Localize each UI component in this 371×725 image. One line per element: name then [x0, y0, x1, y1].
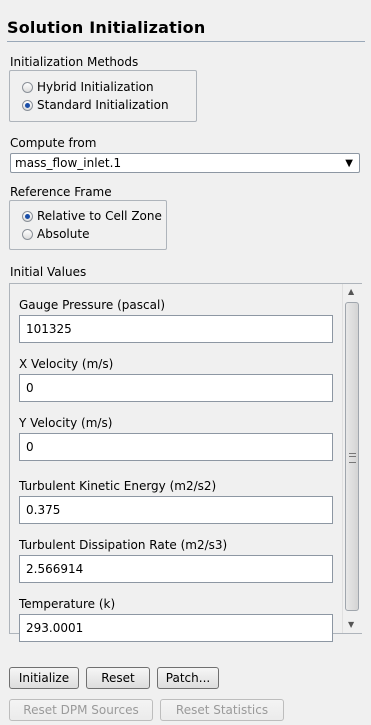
reference-frame-label: Reference Frame [10, 185, 112, 199]
radio-button-icon[interactable] [22, 228, 33, 240]
turbulent-kinetic-energy-input[interactable]: 0.375 [19, 496, 333, 524]
x-velocity-label: X Velocity (m/s) [19, 357, 114, 371]
turbulent-dissipation-rate-label: Turbulent Dissipation Rate (m2/s3) [19, 538, 228, 552]
scroll-up-arrow-icon[interactable]: ▲ [348, 287, 354, 296]
radio-label: Absolute [37, 227, 90, 241]
title-divider [7, 41, 365, 42]
scroll-down-arrow-icon[interactable]: ▼ [348, 620, 354, 629]
panel-title: Solution Initialization [7, 18, 206, 37]
chevron-down-icon[interactable]: ▼ [345, 158, 353, 169]
temperature-input[interactable]: 293.0001 [19, 614, 333, 642]
reference-frame-group: Relative to Cell Zone Absolute [9, 200, 167, 250]
radio-button-selected-icon[interactable] [22, 99, 33, 111]
init-methods-label: Initialization Methods [10, 55, 139, 69]
radio-absolute[interactable]: Absolute [22, 227, 89, 241]
initialize-button[interactable]: Initialize [9, 667, 79, 689]
radio-label: Hybrid Initialization [37, 80, 154, 94]
init-methods-group: Hybrid Initialization Standard Initializ… [9, 70, 197, 122]
radio-button-selected-icon[interactable] [22, 210, 33, 222]
grip-icon [349, 453, 356, 463]
initial-values-scrollbar[interactable]: ▲ ▼ [342, 284, 362, 633]
y-velocity-label: Y Velocity (m/s) [19, 416, 113, 430]
reset-dpm-sources-button[interactable]: Reset DPM Sources [9, 699, 153, 721]
radio-hybrid-initialization[interactable]: Hybrid Initialization [22, 80, 154, 94]
patch-button[interactable]: Patch... [157, 667, 219, 689]
gauge-pressure-label: Gauge Pressure (pascal) [19, 298, 165, 312]
radio-standard-initialization[interactable]: Standard Initialization [22, 98, 169, 112]
radio-button-icon[interactable] [22, 81, 33, 93]
y-velocity-input[interactable]: 0 [19, 433, 333, 461]
reset-button[interactable]: Reset [86, 667, 150, 689]
compute-from-value: mass_flow_inlet.1 [15, 156, 122, 170]
radio-relative-to-cell-zone[interactable]: Relative to Cell Zone [22, 209, 162, 223]
initial-values-label: Initial Values [10, 265, 87, 279]
reset-statistics-button[interactable]: Reset Statistics [160, 699, 284, 721]
radio-label: Relative to Cell Zone [37, 209, 162, 223]
radio-label: Standard Initialization [37, 98, 169, 112]
temperature-label: Temperature (k) [19, 597, 116, 611]
turbulent-dissipation-rate-input[interactable]: 2.566914 [19, 555, 333, 583]
scrollbar-thumb[interactable] [345, 302, 359, 611]
compute-from-label: Compute from [10, 136, 97, 150]
turbulent-kinetic-energy-label: Turbulent Kinetic Energy (m2/s2) [19, 479, 217, 493]
gauge-pressure-input[interactable]: 101325 [19, 315, 333, 343]
compute-from-dropdown[interactable]: mass_flow_inlet.1 ▼ [10, 153, 360, 173]
x-velocity-input[interactable]: 0 [19, 374, 333, 402]
